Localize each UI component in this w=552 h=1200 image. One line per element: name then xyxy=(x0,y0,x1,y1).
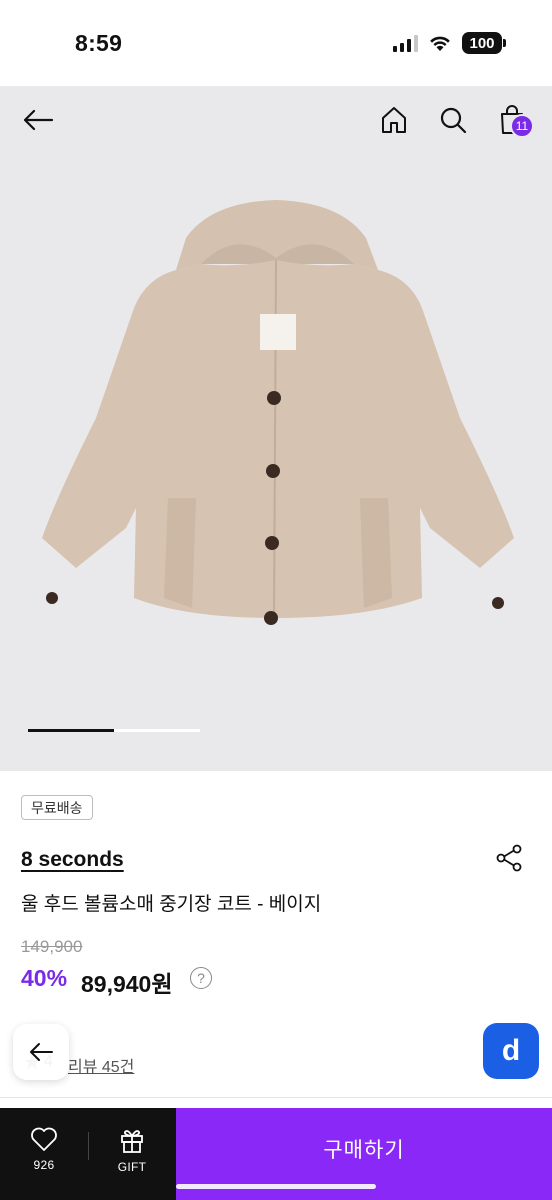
back-button[interactable] xyxy=(18,100,58,140)
arrow-left-icon xyxy=(30,1043,53,1061)
gallery-indicator xyxy=(28,729,200,732)
status-time: 8:59 xyxy=(75,30,123,56)
brand-link[interactable]: 8 seconds xyxy=(21,848,124,872)
original-price: 149,900 xyxy=(21,937,83,956)
price-help-icon[interactable]: ? xyxy=(190,967,212,989)
signal-icon xyxy=(393,34,418,52)
search-button[interactable] xyxy=(433,100,473,140)
search-icon xyxy=(440,107,467,134)
sale-price: 89,940원 xyxy=(81,971,173,997)
home-icon xyxy=(382,107,406,133)
gift-button[interactable]: GIFT xyxy=(88,1126,176,1174)
gift-icon xyxy=(121,1130,143,1153)
share-button[interactable] xyxy=(494,843,524,873)
share-icon xyxy=(496,844,522,872)
free-shipping-badge: 무료배송 xyxy=(21,795,93,820)
reviews-link[interactable]: 리뷰 45건 xyxy=(68,1053,134,1077)
product-gallery[interactable]: 11 xyxy=(0,86,552,771)
discount-rate: 40% xyxy=(21,965,68,991)
cart-button[interactable]: 11 xyxy=(492,100,534,140)
floating-back-button[interactable] xyxy=(13,1024,69,1080)
app-shortcut-button[interactable]: d xyxy=(483,1023,539,1079)
battery-icon: 100 xyxy=(462,32,506,54)
gallery-indicator-fill xyxy=(28,729,114,732)
heart-icon xyxy=(31,1127,57,1151)
divider xyxy=(0,1097,552,1098)
status-icons: 100 xyxy=(393,32,506,54)
home-button[interactable] xyxy=(374,100,414,140)
home-indicator xyxy=(176,1184,376,1189)
like-count: 926 xyxy=(33,1158,55,1172)
cart-count-badge: 11 xyxy=(510,114,534,138)
gift-label: GIFT xyxy=(117,1160,147,1174)
product-name: 울 후드 볼륨소매 중기장 코트 - 베이지 xyxy=(21,894,322,915)
arrow-left-icon xyxy=(23,109,54,131)
wifi-icon xyxy=(430,36,450,51)
like-button[interactable]: 926 xyxy=(0,1126,88,1172)
product-image xyxy=(42,200,514,625)
bottom-left-group: 926 GIFT xyxy=(0,1108,176,1200)
top-nav: 11 xyxy=(0,86,552,150)
status-bar: 8:59 100 xyxy=(0,0,552,86)
